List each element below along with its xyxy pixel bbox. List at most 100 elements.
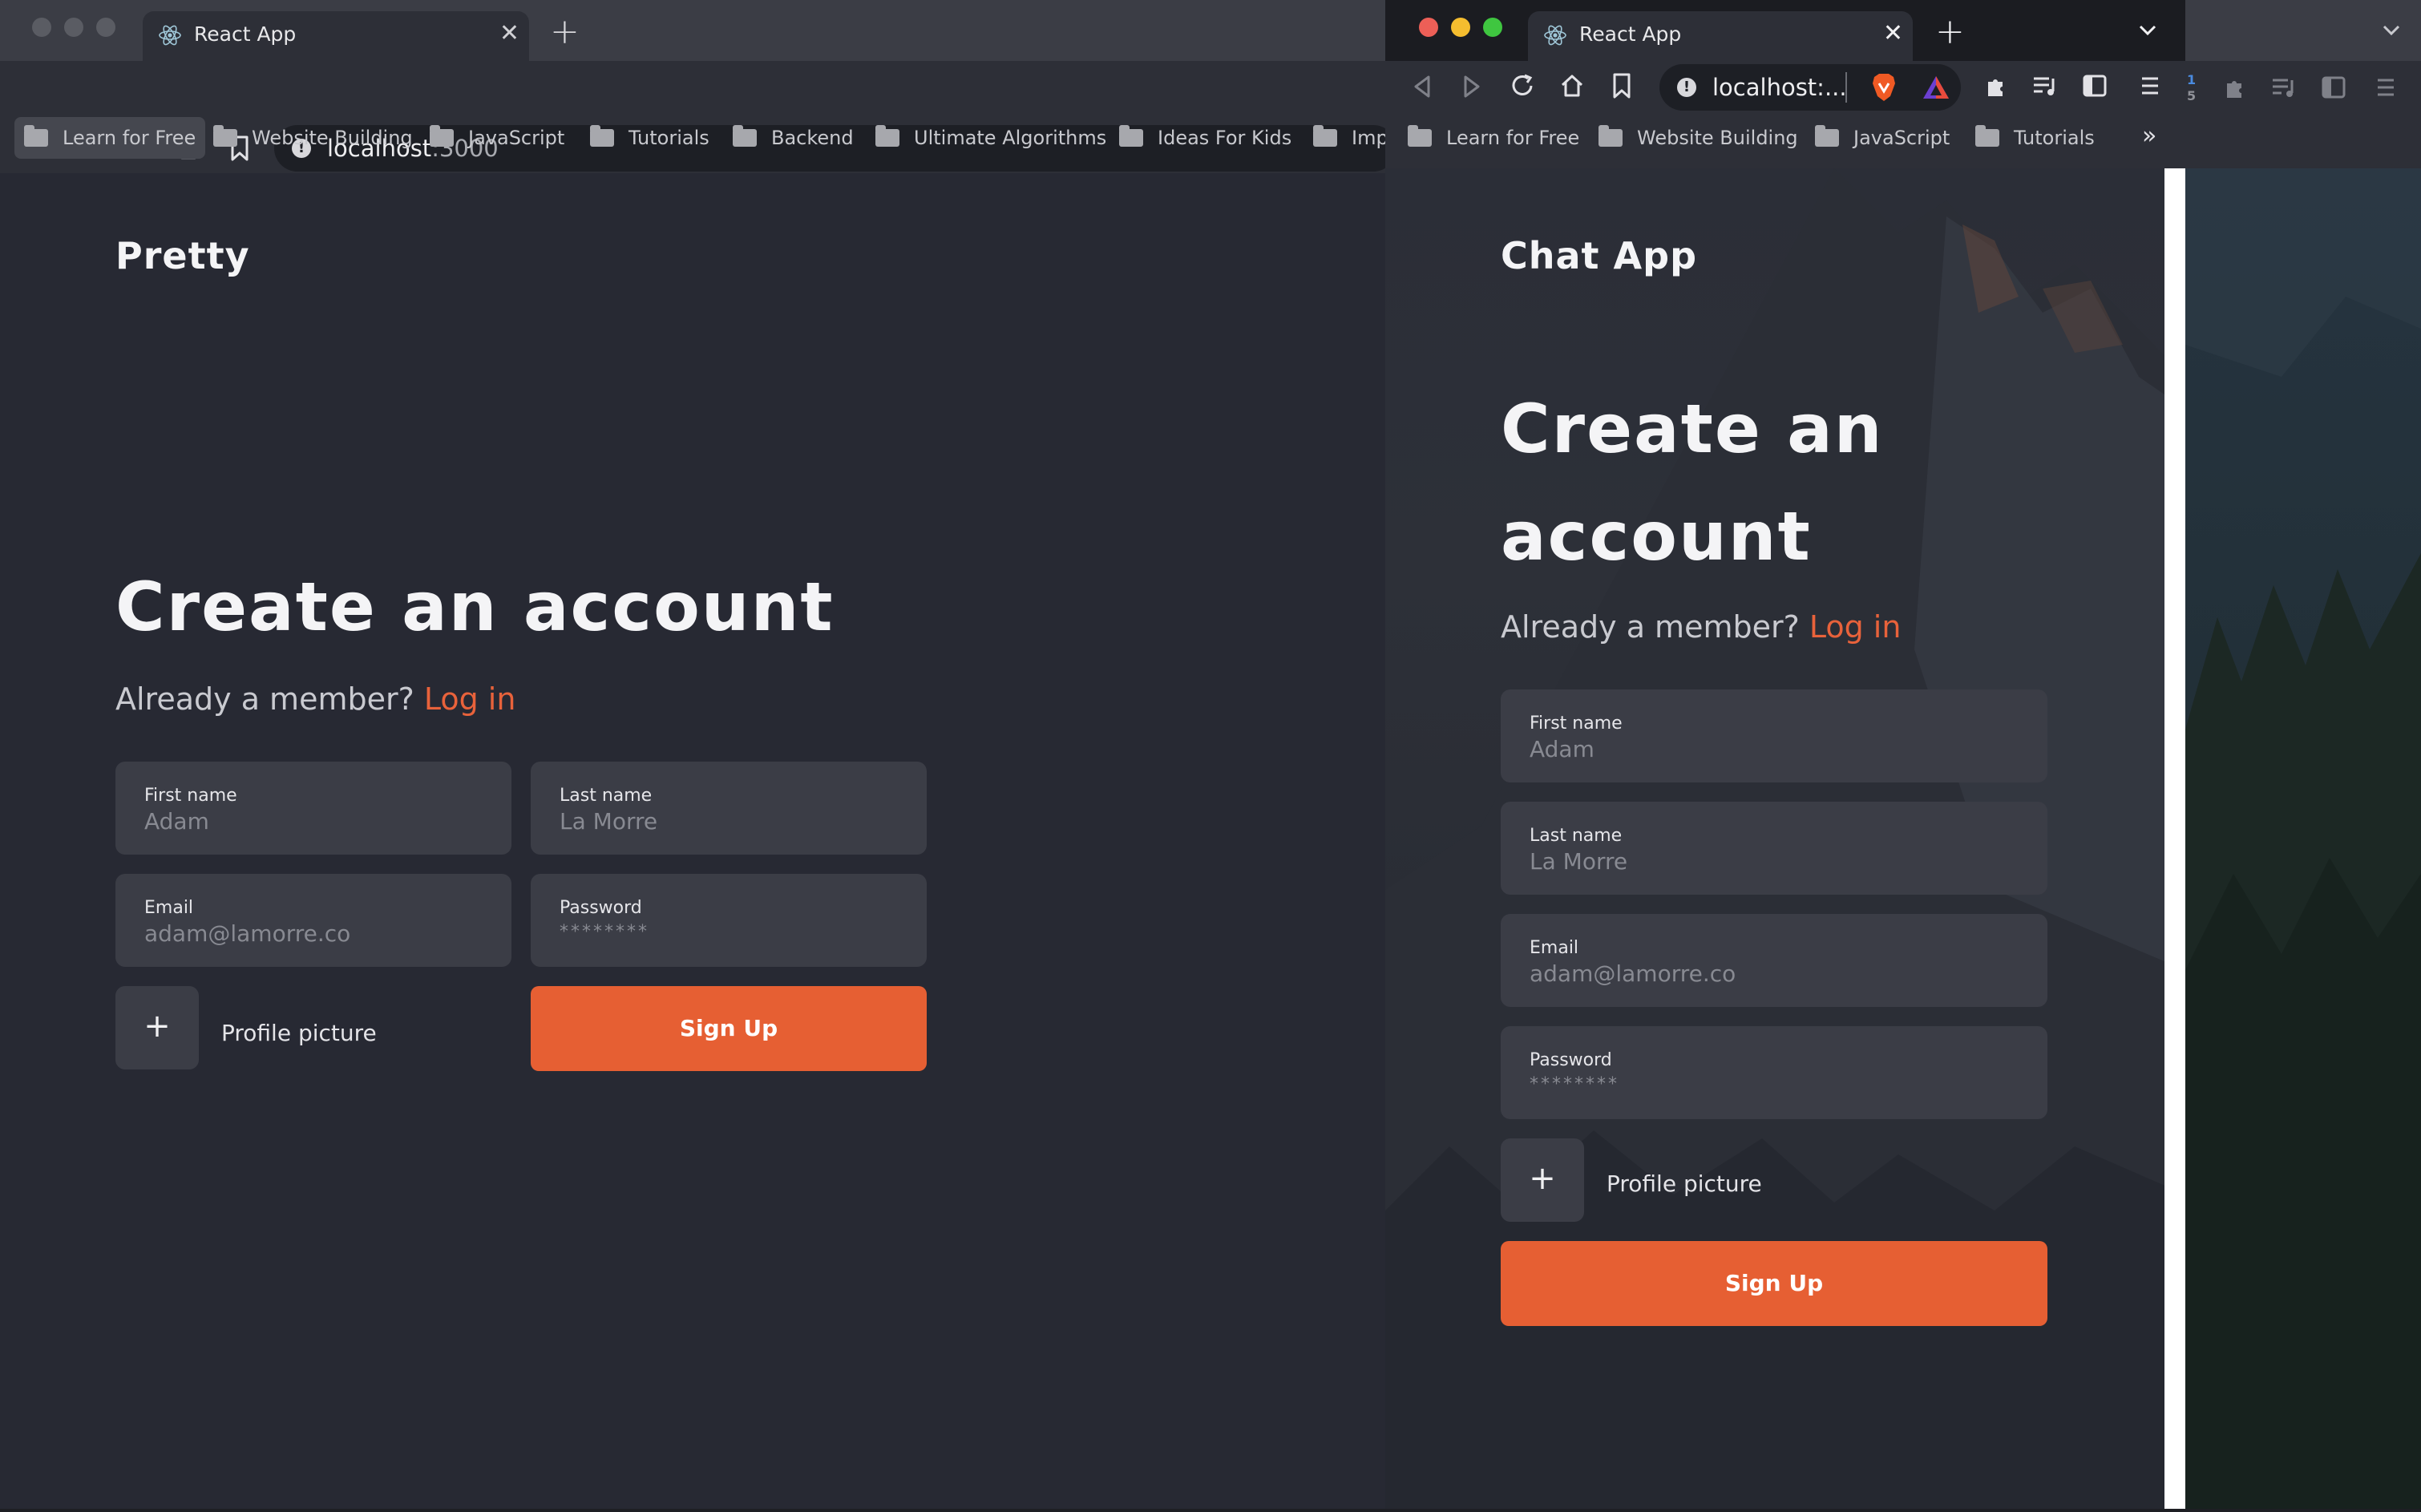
back-tab-strip-end xyxy=(2185,0,2421,61)
sidebar-icon[interactable] xyxy=(2081,72,2108,99)
first-name-field[interactable]: First name Adam xyxy=(115,762,511,855)
bookmark-item[interactable]: Ideas For Kids xyxy=(1119,117,1291,159)
email-label: Email xyxy=(1530,938,1579,958)
chevron-down-icon[interactable] xyxy=(2137,22,2158,38)
zoom-window-button[interactable] xyxy=(96,18,115,37)
bookmark-item[interactable]: Tutorials xyxy=(590,117,709,159)
new-tab-plus-icon[interactable]: + xyxy=(1935,14,1965,50)
badge-count-bottom: 5 xyxy=(2187,88,2197,103)
sign-up-button[interactable]: Sign Up xyxy=(1501,1241,2047,1326)
bookmarks-overflow-button[interactable]: » xyxy=(2142,122,2156,150)
playlist-icon[interactable] xyxy=(2031,74,2059,98)
first-name-field[interactable]: First name Adam xyxy=(1501,689,2047,782)
folder-icon xyxy=(1975,125,1999,147)
extensions-icon[interactable] xyxy=(2221,74,2248,101)
folder-icon xyxy=(24,125,48,147)
react-icon xyxy=(1544,25,1566,46)
last-name-label: Last name xyxy=(1530,826,1623,846)
bookmark-item[interactable]: Tutorials xyxy=(1975,117,2095,159)
reload-icon[interactable] xyxy=(1509,72,1536,99)
react-icon xyxy=(159,25,181,46)
bookmark-label: Ideas For Kids xyxy=(1158,127,1292,149)
bookmark-label: JavaScript xyxy=(1853,127,1950,149)
bookmark-label: Website Building xyxy=(1637,127,1798,149)
last-name-value: La Morre xyxy=(560,808,658,835)
new-tab-plus-icon[interactable]: + xyxy=(550,14,580,50)
password-label: Password xyxy=(560,898,642,918)
email-value: adam@lamorre.co xyxy=(144,920,351,947)
close-window-button[interactable] xyxy=(32,18,51,37)
url-divider xyxy=(1845,72,1847,103)
close-window-button[interactable] xyxy=(1419,18,1438,37)
profile-picture-label: Profile picture xyxy=(221,1020,377,1046)
bookmark-item[interactable]: JavaScript xyxy=(430,117,564,159)
bookmark-item[interactable]: Ultimate Algorithms xyxy=(875,117,1106,159)
first-name-label: First name xyxy=(1530,714,1623,734)
add-profile-picture-button[interactable]: + xyxy=(1501,1138,1584,1222)
home-icon[interactable] xyxy=(1558,72,1586,99)
login-prompt-text: Already a member? xyxy=(115,681,414,717)
playlist-icon[interactable] xyxy=(2270,75,2298,99)
folder-icon xyxy=(1599,125,1623,147)
bookmark-label: Learn for Free xyxy=(1446,127,1580,149)
close-icon[interactable]: ✕ xyxy=(499,19,519,47)
forward-icon[interactable] xyxy=(1461,74,1483,99)
bookmark-item[interactable]: JavaScript xyxy=(1815,117,1950,159)
brand-title: Chat App xyxy=(1501,234,1698,277)
first-name-value: Adam xyxy=(1530,736,1594,762)
bookmark-item[interactable]: Website Building xyxy=(213,117,413,159)
last-name-field[interactable]: Last name La Morre xyxy=(531,762,927,855)
bookmark-label: Ultimate Algorithms xyxy=(914,127,1107,149)
menu-icon[interactable] xyxy=(2375,75,2397,99)
email-value: adam@lamorre.co xyxy=(1530,960,1736,987)
tab-react-app[interactable]: React App ✕ xyxy=(1528,11,1913,61)
bookmark-item[interactable]: Imp xyxy=(1313,117,1388,159)
minimize-window-button[interactable] xyxy=(1451,18,1470,37)
close-icon[interactable]: ✕ xyxy=(1883,19,1903,47)
add-profile-picture-button[interactable]: + xyxy=(115,986,199,1069)
folder-icon xyxy=(590,125,614,147)
back-toolbar-end: 15 xyxy=(2185,61,2421,168)
minimize-window-button[interactable] xyxy=(64,18,83,37)
last-name-value: La Morre xyxy=(1530,848,1628,875)
login-link[interactable]: Log in xyxy=(1809,609,1902,645)
bookmark-item[interactable]: Backend xyxy=(733,117,854,159)
sidebar-icon[interactable] xyxy=(2320,74,2347,101)
bookmark-label: Tutorials xyxy=(628,127,709,149)
page-heading: Create an account xyxy=(115,568,835,646)
email-label: Email xyxy=(144,898,194,918)
page-heading-line1: Create an xyxy=(1501,390,1884,468)
info-icon[interactable]: ! xyxy=(1677,78,1696,97)
bookmark-label: Imp xyxy=(1352,127,1388,149)
password-field[interactable]: Password ******** xyxy=(531,874,927,967)
bookmark-item[interactable]: Learn for Free xyxy=(1408,117,1579,159)
login-link[interactable]: Log in xyxy=(424,681,516,717)
tab-react-app[interactable]: React App ✕ xyxy=(143,11,529,61)
profile-picture-label: Profile picture xyxy=(1607,1170,1762,1197)
page-scrollbar-edge xyxy=(2164,168,2185,1509)
last-name-field[interactable]: Last name La Morre xyxy=(1501,802,2047,895)
zoom-window-button[interactable] xyxy=(1483,18,1502,37)
password-field[interactable]: Password ******** xyxy=(1501,1026,2047,1119)
plus-icon: + xyxy=(1529,1160,1556,1197)
brave-shield-icon[interactable] xyxy=(1869,72,1898,103)
back-icon[interactable] xyxy=(1411,74,1433,99)
bookmark-label: Backend xyxy=(771,127,854,149)
bookmark-label: Website Building xyxy=(252,127,413,149)
email-field[interactable]: Email adam@lamorre.co xyxy=(1501,914,2047,1007)
chevron-down-icon[interactable] xyxy=(2381,22,2402,38)
password-value: ******** xyxy=(1530,1074,1619,1094)
brave-rewards-icon[interactable] xyxy=(1921,74,1951,101)
folder-icon xyxy=(1815,125,1839,147)
sign-up-button[interactable]: Sign Up xyxy=(531,986,927,1071)
bookmark-item[interactable]: Learn for Free xyxy=(14,117,206,159)
menu-icon[interactable] xyxy=(2139,74,2161,98)
bookmark-icon[interactable] xyxy=(1611,72,1632,99)
extensions-icon[interactable] xyxy=(1982,72,2009,99)
bookmark-item[interactable]: Website Building xyxy=(1599,117,1798,159)
address-bar[interactable]: ! localhost:... xyxy=(1659,64,1961,111)
page-heading-line2: account xyxy=(1501,497,1812,576)
email-field[interactable]: Email adam@lamorre.co xyxy=(115,874,511,967)
plus-icon: + xyxy=(143,1008,171,1045)
bookmark-label: Tutorials xyxy=(2014,127,2095,149)
